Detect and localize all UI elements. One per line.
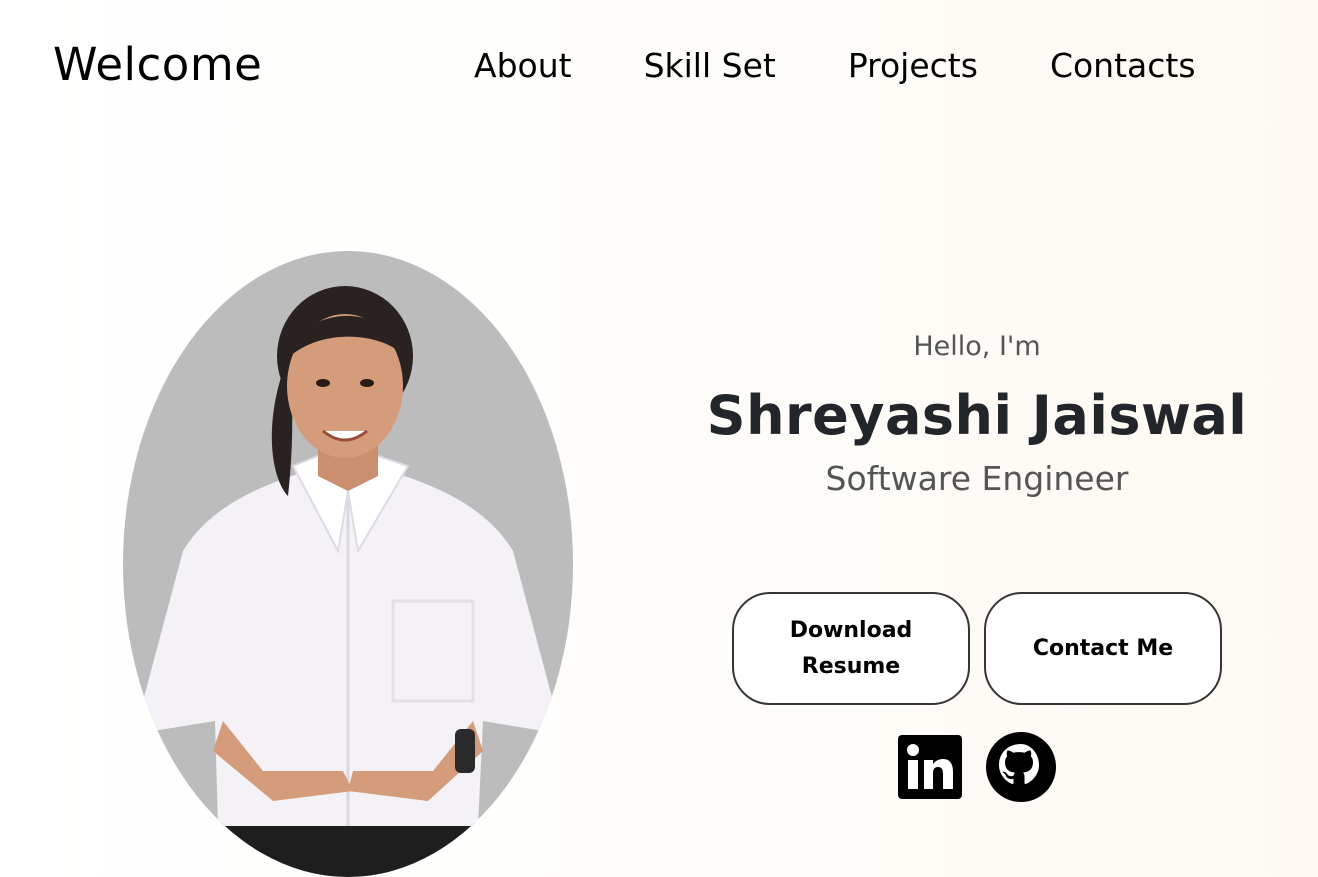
main-nav: About Skill Set Projects Contacts (474, 44, 1196, 88)
hero-section: Hello, I'm Shreyashi Jaiswal Software En… (680, 325, 1274, 501)
nav-link-about[interactable]: About (474, 44, 572, 88)
profile-photo (123, 251, 573, 877)
hero-name: Shreyashi Jaiswal (706, 384, 1248, 447)
linkedin-icon[interactable] (898, 735, 962, 799)
github-icon[interactable] (986, 732, 1056, 802)
hero-job-title: Software Engineer (825, 459, 1129, 498)
nav-item-projects: Projects (848, 44, 1050, 88)
nav-item-about: About (474, 44, 644, 88)
nav-item-contacts: Contacts (1050, 44, 1196, 88)
nav-link-projects[interactable]: Projects (848, 44, 978, 88)
hero-buttons: Download Resume Contact Me (732, 592, 1222, 705)
hero-greeting: Hello, I'm (913, 331, 1041, 362)
nav-item-skill-set: Skill Set (644, 44, 848, 88)
site-logo[interactable]: Welcome (53, 35, 262, 95)
contact-me-button[interactable]: Contact Me (984, 592, 1222, 705)
profile-photo-illustration (143, 286, 553, 877)
social-links (898, 732, 1056, 802)
nav-link-contacts[interactable]: Contacts (1050, 44, 1196, 88)
download-resume-button[interactable]: Download Resume (732, 592, 970, 705)
nav-link-skill-set[interactable]: Skill Set (644, 44, 776, 88)
